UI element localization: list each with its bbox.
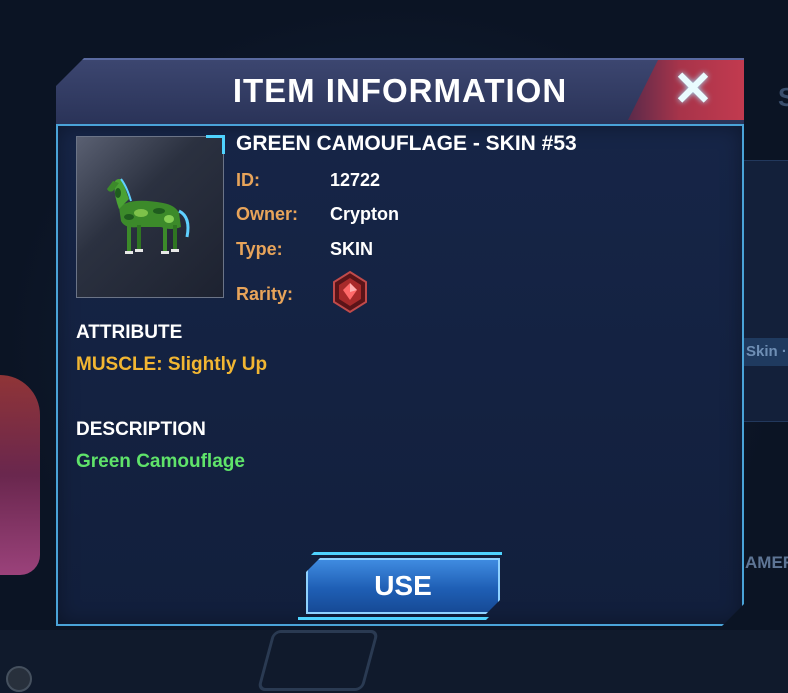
owner-value: Crypton bbox=[330, 204, 399, 224]
item-thumbnail bbox=[76, 136, 224, 298]
rarity-label: Rarity: bbox=[236, 284, 294, 304]
background-bottom-bar bbox=[0, 630, 788, 693]
type-label: Type: bbox=[236, 239, 283, 259]
background-skin-tag: Skin · bbox=[742, 338, 788, 366]
green-camouflage-horse-icon bbox=[101, 167, 201, 267]
background-character bbox=[0, 375, 40, 575]
helmet-icon bbox=[6, 666, 32, 692]
attribute-value: MUSCLE: Slightly Up bbox=[76, 354, 268, 375]
background-corner-letter: S bbox=[778, 82, 788, 112]
item-information-dialog: ITEM INFORMATION ✕ GREEN CAMOUFLAGE - SK… bbox=[56, 58, 744, 626]
close-icon[interactable]: ✕ bbox=[668, 62, 718, 118]
red-gem-badge-icon bbox=[330, 270, 370, 314]
thumbnail-corner-accent bbox=[206, 135, 225, 154]
attribute-title: ATTRIBUTE bbox=[76, 322, 183, 343]
owner-label: Owner: bbox=[236, 204, 299, 224]
use-button[interactable]: USE bbox=[306, 558, 500, 614]
description-title: DESCRIPTION bbox=[76, 419, 206, 440]
type-value: SKIN bbox=[330, 239, 374, 259]
description-value: Green Camouflage bbox=[76, 451, 245, 472]
ticket-icon bbox=[256, 630, 380, 691]
id-value: 12722 bbox=[330, 170, 381, 190]
item-name: GREEN CAMOUFLAGE - SKIN #53 bbox=[236, 132, 577, 155]
dialog-body: GREEN CAMOUFLAGE - SKIN #53 ID: 12722 Ow… bbox=[56, 124, 744, 626]
background-side-label: AMER bbox=[745, 553, 788, 572]
id-label: ID: bbox=[236, 170, 260, 190]
